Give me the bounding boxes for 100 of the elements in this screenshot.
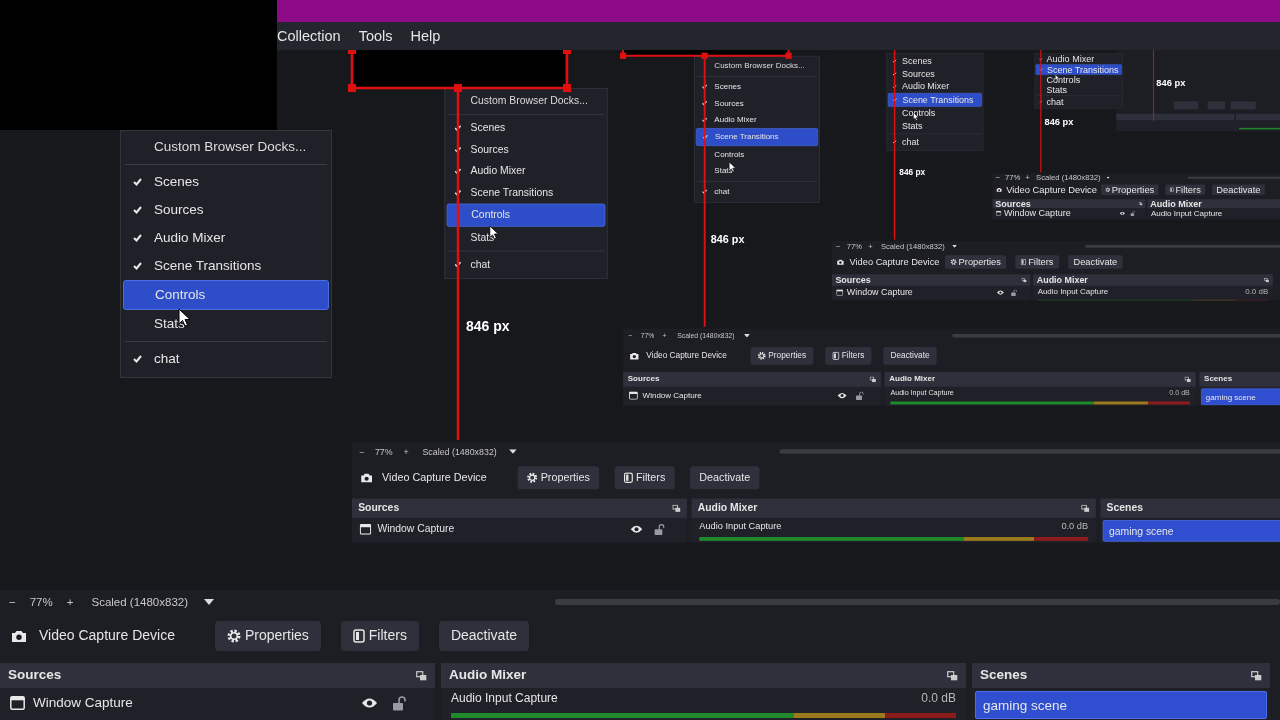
- menu-entry[interactable]: chat: [1046, 96, 1064, 107]
- eye-icon[interactable]: [629, 524, 644, 534]
- source-item[interactable]: Window Capture: [1004, 208, 1117, 219]
- source-name: Video Capture Device: [1006, 184, 1097, 195]
- undock-icon[interactable]: [416, 670, 427, 681]
- menu-entry[interactable]: Controls: [714, 149, 745, 159]
- undock-icon[interactable]: [1138, 201, 1143, 206]
- menu-entry[interactable]: Controls: [123, 280, 329, 310]
- scale-dropdown[interactable]: Scaled (1480x832): [91, 595, 188, 609]
- menu-entry[interactable]: Stats: [470, 231, 495, 244]
- filters-button[interactable]: Filters: [825, 346, 872, 365]
- caret-icon[interactable]: [509, 449, 517, 454]
- source-item[interactable]: Window Capture: [33, 695, 353, 711]
- menu-entry[interactable]: Stats: [714, 166, 733, 176]
- menu-entry[interactable]: Sources: [470, 144, 509, 156]
- menu-entry[interactable]: chat: [714, 187, 730, 196]
- undock-icon[interactable]: [947, 670, 958, 681]
- menu-entry[interactable]: Custom Browser Docks...: [154, 139, 307, 155]
- deactivate-button[interactable]: Deactivate: [1212, 184, 1265, 195]
- menu-entry[interactable]: Custom Browser Docks...: [470, 95, 588, 107]
- menu-entry[interactable]: Scenes: [154, 174, 200, 190]
- menu-entry[interactable]: Scene Transitions: [154, 258, 262, 274]
- menu-entry[interactable]: Scene Transitions: [1035, 64, 1122, 75]
- undock-icon[interactable]: [1081, 504, 1090, 512]
- properties-button[interactable]: Properties: [944, 255, 1007, 269]
- scale-dropdown[interactable]: Scaled (1480x832): [422, 446, 497, 457]
- zoom-in-button[interactable]: +: [66, 595, 74, 609]
- caret-icon[interactable]: [1106, 176, 1110, 179]
- menu-entry[interactable]: Custom Browser Docks...: [714, 61, 805, 71]
- menu-entry[interactable]: Scene Transitions: [887, 92, 982, 107]
- zoom-out-button[interactable]: −: [358, 446, 365, 457]
- undock-icon[interactable]: [1184, 376, 1192, 383]
- menu-entry[interactable]: chat: [154, 351, 180, 367]
- filters-button[interactable]: Filters: [1015, 255, 1059, 269]
- undock-icon[interactable]: [869, 376, 877, 383]
- zoom-out-button[interactable]: −: [9, 595, 16, 609]
- lock-open-icon[interactable]: [1130, 210, 1136, 216]
- properties-button[interactable]: Properties: [215, 621, 321, 651]
- menu-entry[interactable]: Audio Mixer: [902, 81, 950, 92]
- source-name: Video Capture Device: [646, 351, 728, 361]
- eye-icon[interactable]: [996, 289, 1005, 296]
- menu-entry[interactable]: Sources: [902, 68, 935, 79]
- deactivate-button[interactable]: Deactivate: [438, 621, 530, 651]
- caret-icon[interactable]: [952, 245, 957, 248]
- eye-icon[interactable]: [837, 392, 848, 400]
- scene-item[interactable]: gaming scene: [1102, 520, 1280, 542]
- scrollbar[interactable]: [779, 449, 1280, 454]
- scene-item[interactable]: gaming scene: [1201, 388, 1280, 406]
- mouse-pointer-icon: [1055, 74, 1060, 82]
- panel-title: Audio Mixer: [697, 502, 758, 514]
- undock-icon[interactable]: [1264, 277, 1270, 283]
- caret-icon[interactable]: [204, 599, 214, 605]
- menu-entry[interactable]: Scene Transitions: [470, 187, 554, 199]
- menu-entry[interactable]: Scene Transitions: [695, 128, 819, 146]
- deactivate-button[interactable]: Deactivate: [1068, 255, 1123, 269]
- properties-button[interactable]: Properties: [517, 466, 600, 490]
- menu-entry[interactable]: Controls: [1046, 74, 1081, 85]
- scrollbar[interactable]: [555, 599, 1280, 605]
- filters-button[interactable]: Filters: [1165, 184, 1206, 195]
- menu-entry[interactable]: chat: [902, 136, 919, 147]
- deactivate-button[interactable]: Deactivate: [883, 346, 937, 365]
- lock-open-icon[interactable]: [653, 523, 665, 536]
- menu-entry[interactable]: Stats: [902, 120, 923, 131]
- selection-box[interactable]: [619, 50, 792, 59]
- deactivate-button[interactable]: Deactivate: [690, 466, 760, 490]
- source-item[interactable]: Window Capture: [846, 287, 993, 298]
- eye-icon[interactable]: [1119, 211, 1126, 216]
- menu-entry[interactable]: Controls: [446, 203, 606, 227]
- source-item[interactable]: Window Capture: [642, 391, 833, 400]
- menu-entry[interactable]: Audio Mixer: [154, 230, 226, 246]
- menu-item[interactable]: Help: [410, 26, 441, 46]
- filters-button[interactable]: Filters: [614, 466, 675, 490]
- menu-item[interactable]: Collection: [277, 26, 341, 46]
- menu-entry[interactable]: Audio Mixer: [1046, 54, 1095, 65]
- filters-button[interactable]: Filters: [340, 621, 419, 651]
- menu-entry[interactable]: Audio Mixer: [714, 115, 757, 125]
- properties-button[interactable]: Properties: [750, 346, 814, 365]
- menu-entry[interactable]: Sources: [154, 202, 204, 218]
- menu-entry[interactable]: Stats: [154, 316, 185, 332]
- caret-icon[interactable]: [744, 333, 750, 338]
- scene-item[interactable]: gaming scene: [975, 691, 1267, 719]
- menu-entry[interactable]: Sources: [714, 98, 744, 108]
- lock-open-icon[interactable]: [392, 695, 406, 711]
- menu-entry[interactable]: chat: [470, 258, 491, 271]
- undock-icon[interactable]: [672, 504, 681, 512]
- menu-entry[interactable]: Scenes: [470, 122, 506, 134]
- source-item[interactable]: Window Capture: [377, 523, 624, 535]
- scrollbar[interactable]: [952, 333, 1280, 338]
- menu-entry[interactable]: Scenes: [902, 56, 932, 66]
- undock-icon[interactable]: [1021, 277, 1027, 283]
- menu-item[interactable]: Tools: [358, 26, 393, 46]
- panel-title: Audio Mixer: [1150, 198, 1202, 209]
- eye-icon[interactable]: [361, 697, 378, 709]
- menu-entry[interactable]: Controls: [902, 108, 936, 118]
- menu-entry[interactable]: Audio Mixer: [470, 165, 526, 177]
- menu-entry[interactable]: Stats: [1046, 84, 1068, 95]
- undock-icon[interactable]: [1251, 670, 1262, 681]
- properties-button[interactable]: Properties: [1101, 184, 1159, 195]
- menu-entry[interactable]: Scenes: [714, 82, 742, 92]
- zoom-in-button[interactable]: +: [403, 446, 409, 457]
